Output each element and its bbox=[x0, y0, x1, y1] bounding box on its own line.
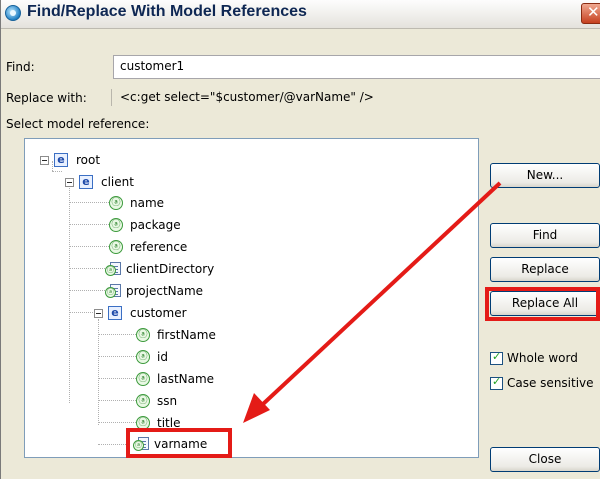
tree-line bbox=[98, 400, 136, 401]
replace-label: Replace with: bbox=[6, 91, 87, 105]
tree-item-label: lastName bbox=[157, 372, 215, 386]
tree-item-package[interactable]: ⓐ package bbox=[109, 216, 181, 234]
model-reference-tree[interactable]: e root e client ⓐ name ⓐ package ⓐ refer… bbox=[24, 138, 479, 458]
tree-item-label: root bbox=[76, 153, 101, 167]
tree-line bbox=[98, 378, 136, 379]
tree-item-projectname[interactable]: ⓐ projectName bbox=[105, 282, 203, 300]
replace-button[interactable]: Replace bbox=[490, 257, 600, 282]
multi-attribute-icon: ⓐ bbox=[105, 261, 122, 277]
tree-line bbox=[69, 224, 109, 225]
case-sensitive-label: Case sensitive bbox=[507, 376, 594, 390]
multi-attribute-icon: ⓐ bbox=[105, 283, 122, 299]
find-input[interactable]: customer1 bbox=[113, 55, 600, 79]
tree-item-reference[interactable]: ⓐ reference bbox=[109, 238, 187, 256]
tree-line bbox=[52, 171, 62, 172]
app-icon bbox=[5, 5, 21, 21]
tree-item-label: firstName bbox=[157, 328, 216, 342]
attribute-icon: ⓐ bbox=[136, 328, 150, 342]
tree-item-label: customer bbox=[130, 306, 187, 320]
tree-item-label: id bbox=[157, 350, 168, 364]
attribute-icon: ⓐ bbox=[109, 218, 123, 232]
tree-item-label: projectName bbox=[126, 284, 204, 298]
find-replace-dialog: Find/Replace With Model References ✕ Fin… bbox=[0, 0, 600, 479]
whole-word-checkbox[interactable]: Whole word bbox=[490, 350, 578, 365]
varname-highlight-box bbox=[126, 428, 232, 458]
tree-item-root[interactable]: e root bbox=[40, 151, 100, 169]
replace-input[interactable]: <c:get select="$customer/@varName" /> bbox=[113, 86, 600, 110]
tree-line bbox=[69, 202, 109, 203]
tree-item-label: ssn bbox=[157, 394, 178, 408]
attribute-icon: ⓐ bbox=[109, 196, 123, 210]
tree-line bbox=[69, 268, 105, 269]
attribute-icon: ⓐ bbox=[136, 372, 150, 386]
tree-item-clientdirectory[interactable]: ⓐ clientDirectory bbox=[105, 260, 214, 278]
new-button[interactable]: New... bbox=[490, 163, 600, 188]
attribute-icon: ⓐ bbox=[136, 350, 150, 364]
whole-word-label: Whole word bbox=[507, 351, 578, 365]
tree-item-label: reference bbox=[130, 240, 188, 254]
replace-all-highlight-box bbox=[485, 287, 600, 321]
tree-item-lastname[interactable]: ⓐ lastName bbox=[136, 370, 214, 388]
tree-item-id[interactable]: ⓐ id bbox=[136, 348, 168, 366]
find-label: Find: bbox=[6, 60, 35, 74]
tree-item-ssn[interactable]: ⓐ ssn bbox=[136, 392, 177, 410]
attribute-icon: ⓐ bbox=[136, 394, 150, 408]
collapse-icon[interactable] bbox=[40, 155, 49, 165]
element-icon: e bbox=[108, 306, 122, 320]
close-button[interactable]: Close bbox=[490, 447, 600, 472]
collapse-icon[interactable] bbox=[94, 308, 103, 318]
tree-item-label: clientDirectory bbox=[126, 262, 215, 276]
element-icon: e bbox=[54, 153, 68, 167]
tree-item-label: client bbox=[101, 175, 134, 189]
case-sensitive-checkbox[interactable]: Case sensitive bbox=[490, 375, 594, 390]
tree-item-name[interactable]: ⓐ name bbox=[109, 194, 164, 212]
tree-line bbox=[69, 290, 105, 291]
close-window-button[interactable]: ✕ bbox=[581, 3, 600, 24]
tree-item-firstname[interactable]: ⓐ firstName bbox=[136, 326, 216, 344]
tree-line bbox=[98, 356, 136, 357]
tree-item-customer[interactable]: e customer bbox=[94, 304, 187, 322]
tree-label: Select model reference: bbox=[6, 117, 150, 131]
find-button[interactable]: Find bbox=[490, 223, 600, 248]
separator bbox=[111, 89, 112, 106]
title-bar: Find/Replace With Model References ✕ bbox=[1, 0, 600, 29]
tree-line bbox=[69, 183, 70, 403]
tree-line bbox=[69, 246, 109, 247]
tree-line bbox=[98, 334, 136, 335]
attribute-icon: ⓐ bbox=[109, 240, 123, 254]
tree-line bbox=[69, 312, 93, 313]
checkbox-checked-icon[interactable] bbox=[490, 350, 503, 365]
tree-item-label: package bbox=[130, 218, 181, 232]
tree-item-label: name bbox=[130, 196, 165, 210]
window-title: Find/Replace With Model References bbox=[27, 3, 307, 20]
checkbox-checked-icon[interactable] bbox=[490, 375, 503, 390]
element-icon: e bbox=[79, 175, 93, 189]
tree-item-client[interactable]: e client bbox=[65, 173, 134, 191]
tree-line bbox=[98, 422, 136, 423]
tree-line bbox=[98, 444, 128, 445]
collapse-icon[interactable] bbox=[65, 177, 74, 187]
close-icon: ✕ bbox=[587, 3, 600, 21]
